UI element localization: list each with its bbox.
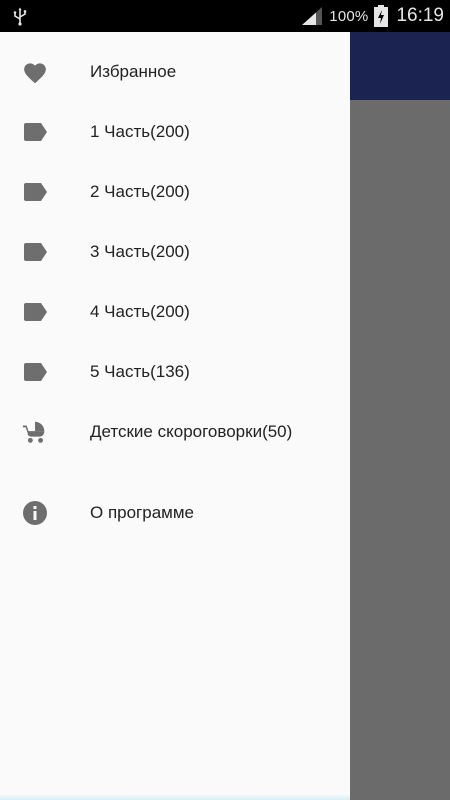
menu-item-part-1[interactable]: 1 Часть(200)	[0, 102, 350, 162]
menu-item-label: О программе	[90, 503, 195, 522]
menu-item-favorites[interactable]: Избранное	[0, 42, 350, 102]
label-tag-icon	[22, 179, 48, 205]
menu-item-label: 5 Часть(136)	[90, 362, 190, 381]
status-bar-right: 100% 16:19	[301, 0, 444, 32]
status-bar: 100% 16:19	[0, 0, 450, 32]
menu-item-part-2[interactable]: 2 Часть(200)	[0, 162, 350, 222]
stroller-icon	[22, 419, 48, 445]
menu-item-part-4[interactable]: 4 Часть(200)	[0, 282, 350, 342]
heart-icon	[22, 59, 48, 85]
menu-item-label: Детские скороговорки(50)	[90, 422, 293, 441]
signal-icon	[302, 7, 323, 25]
info-icon	[22, 500, 48, 526]
app-bar	[350, 32, 450, 100]
battery-percent: 100%	[329, 7, 369, 25]
menu-item-label: 1 Часть(200)	[90, 122, 190, 141]
label-tag-icon	[22, 299, 48, 325]
menu-item-kids-tongue-twisters[interactable]: Детские скороговорки(50)	[0, 402, 350, 462]
menu-separator-space	[0, 462, 350, 483]
usb-icon	[13, 7, 27, 26]
menu-item-label: 4 Часть(200)	[90, 302, 190, 321]
battery-charging-icon	[374, 5, 389, 27]
menu-item-part-3[interactable]: 3 Часть(200)	[0, 222, 350, 282]
clock: 16:19	[396, 5, 444, 26]
label-tag-icon	[22, 359, 48, 385]
drawer-menu: Избранное 1 Часть(200) 2 Часть(200) 3 Ча…	[0, 42, 350, 543]
navigation-drawer: Избранное 1 Часть(200) 2 Часть(200) 3 Ча…	[0, 32, 350, 800]
menu-item-about[interactable]: О программе	[0, 483, 350, 543]
menu-item-label: 2 Часть(200)	[90, 182, 190, 201]
menu-item-label: Избранное	[90, 62, 177, 81]
menu-item-label: 3 Часть(200)	[90, 242, 190, 261]
overscroll-glow	[0, 794, 350, 800]
label-tag-icon	[22, 119, 48, 145]
menu-item-part-5[interactable]: 5 Часть(136)	[0, 342, 350, 402]
drawer-scrim[interactable]	[350, 100, 450, 800]
label-tag-icon	[22, 239, 48, 265]
